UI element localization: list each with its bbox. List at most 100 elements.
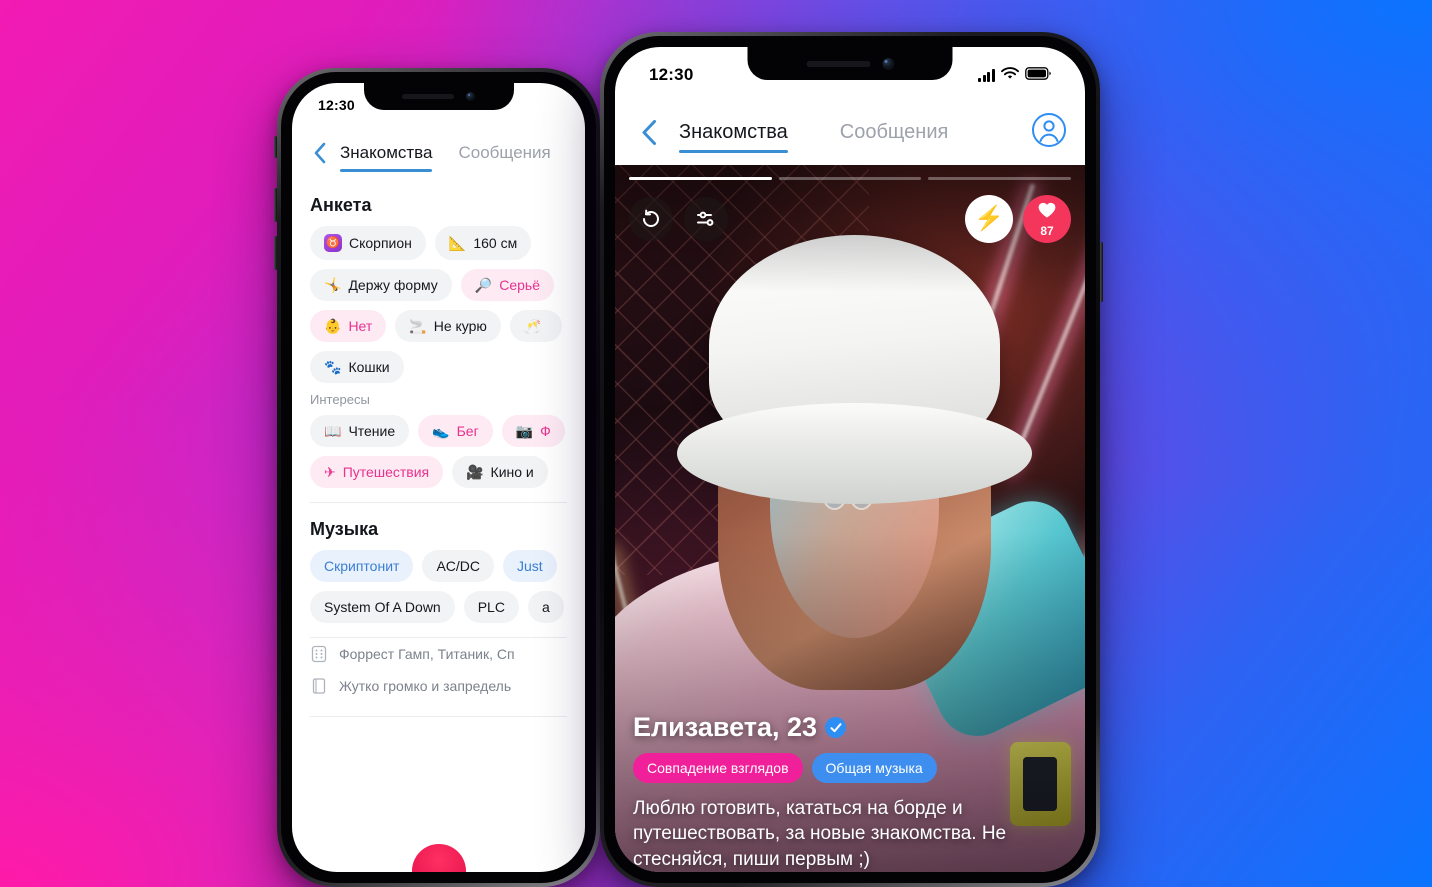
chip-label: Чтение [348,423,396,439]
chip-row: 📖 Чтение 👟 Бег 📷 Ф [310,415,567,447]
lightning-bolt-icon: ⚡ [974,205,1004,232]
power-button[interactable] [1100,242,1103,302]
chip-fitness[interactable]: 🤸 Держу форму [310,269,452,301]
chip-zodiac[interactable]: ♉ Скорпион [310,226,426,260]
photo-progress-bar [629,177,1072,180]
chip-artist[interactable]: AC/DC [422,550,494,582]
tab-znakomstva[interactable]: Знакомства [679,121,788,153]
status-time: 12:30 [318,97,355,113]
right-phone-screen: 12:30 Знакомства Сообщения ⚡ 87 Елизавет… [615,47,1085,872]
left-content: Анкета ♉ Скорпион 📐 160 см 🤸 Держу форму… [292,179,585,872]
chip-label: Не курю [433,318,487,334]
chip-children[interactable]: 👶 Нет [310,310,387,342]
progress-segment[interactable] [928,177,1072,180]
card-toolbar: ⚡ 87 [629,195,1071,243]
interests-section-title: Интересы [310,392,370,407]
chevron-left-icon[interactable] [633,116,665,148]
chip-reading[interactable]: 📖 Чтение [310,415,410,447]
left-tab-bar: Знакомства Сообщения [340,143,551,172]
chip-label: Держу форму [348,277,438,293]
chip-artist[interactable]: Just [503,550,557,582]
tab-soobshcheniya[interactable]: Сообщения [458,143,550,163]
progress-segment[interactable] [778,177,922,180]
status-indicators [978,65,1051,85]
chip-height[interactable]: 📐 160 см [434,226,532,260]
chip-row: Скриптонит AC/DC Just [310,550,567,582]
cartwheel-icon: 🤸 [324,277,342,293]
movie-camera-icon: 🎥 [466,464,484,480]
left-phone-mockup: 12:30 Знакомства Сообщения Анкета ♉ Скор… [274,68,600,887]
chip-label: Кошки [348,359,390,375]
chevron-left-icon[interactable] [306,140,332,166]
chip-label: Бег [456,423,479,439]
chip-artist[interactable]: Скриптонит [310,550,414,582]
mute-switch[interactable] [274,136,277,158]
badge-music-match[interactable]: Общая музыка [811,753,937,784]
boost-button[interactable]: ⚡ [965,195,1013,243]
book-icon [310,677,328,695]
chip-row: ♉ Скорпион 📐 160 см [310,226,567,260]
chip-label: 160 см [473,235,518,251]
chip-label: Нет [348,318,373,334]
chip-running[interactable]: 👟 Бег [418,415,493,447]
battery-full-icon [1025,65,1051,85]
tab-soobshcheniya[interactable]: Сообщения [840,121,949,144]
volume-down-button[interactable] [274,236,277,270]
profile-name-row: Елизавета, 23 [633,712,1069,743]
list-item[interactable]: Форрест Гамп, Титаник, Сп [310,638,567,670]
right-phone-bezel: 12:30 Знакомства Сообщения ⚡ 87 Елизавет… [604,36,1096,883]
promo-background: 12:30 Знакомства Сообщения Анкета ♉ Скор… [0,0,1432,887]
account-circle-icon[interactable] [1031,112,1067,153]
chip-relationship-goal[interactable]: 🔎 Серьё [460,269,554,301]
list-item-text: Форрест Гамп, Титаник, Сп [339,646,515,662]
magnifier-icon: 🔎 [474,277,493,293]
chip-smoking[interactable]: 🚬 Не курю [395,310,501,342]
music-section-title: Музыка [310,519,379,539]
left-phone-frame: 12:30 Знакомства Сообщения Анкета ♉ Скор… [274,68,600,887]
chip-artist[interactable]: System Of A Down [310,591,455,623]
chip-pets[interactable]: 🐾 Кошки [310,351,404,383]
badge-views-match[interactable]: Совпадение взглядов [633,753,803,784]
chip-row: System Of A Down PLC a [310,591,567,623]
section-divider [310,502,567,503]
chip-row: 👶 Нет 🚬 Не курю 🥂 [310,310,567,342]
tab-znakomstva[interactable]: Знакомства [340,143,433,172]
profile-card[interactable]: ⚡ 87 Елизавета, 23 Совпадение взглядов О… [615,165,1085,872]
book-open-icon: 📖 [324,423,342,439]
filters-button[interactable] [684,197,728,241]
paw-prints-icon: 🐾 [324,359,342,375]
right-phone-mockup: 12:30 Знакомства Сообщения ⚡ 87 Елизавет… [600,32,1103,887]
film-icon [310,645,328,663]
progress-segment[interactable] [629,177,772,180]
right-nav-bar: Знакомства Сообщения [615,105,1085,159]
profile-badges: Совпадение взглядов Общая музыка [633,753,1069,784]
status-time: 12:30 [649,65,694,84]
chip-artist[interactable]: a [527,591,564,623]
chip-alcohol[interactable]: 🥂 [509,310,563,342]
ruler-icon: 📐 [448,235,467,251]
likes-count: 87 [1040,224,1054,238]
cellular-signal-icon [978,68,995,82]
chip-travel[interactable]: ✈ Путешествия [310,456,444,488]
profile-name: Елизавета, 23 [633,712,818,743]
chip-row: ✈ Путешествия 🎥 Кино и [310,456,567,488]
volume-up-button[interactable] [274,188,277,222]
profile-info: Елизавета, 23 Совпадение взглядов Общая … [633,712,1069,872]
right-tab-bar: Знакомства Сообщения [679,121,949,153]
chip-label: Кино и [490,464,534,480]
rewind-button[interactable] [629,197,673,241]
section-divider [310,716,567,717]
profile-bio: Люблю готовить, кататься на борде и путе… [633,798,1007,870]
left-nav-bar: Знакомства Сообщения [292,131,585,175]
like-fab-button[interactable] [411,844,466,872]
profile-section-title: Анкета [310,195,372,215]
wifi-icon [1001,65,1019,85]
chip-artist[interactable]: PLC [463,591,519,623]
chip-photography[interactable]: 📷 Ф [501,415,565,447]
sneaker-icon: 👟 [432,423,450,439]
likes-counter-button[interactable]: 87 [1023,195,1071,243]
chip-cinema[interactable]: 🎥 Кино и [452,456,548,488]
list-item[interactable]: Жутко громко и запредель [310,670,567,702]
chip-label: Ф [540,423,551,439]
list-item-text: Жутко громко и запредель [339,678,512,694]
